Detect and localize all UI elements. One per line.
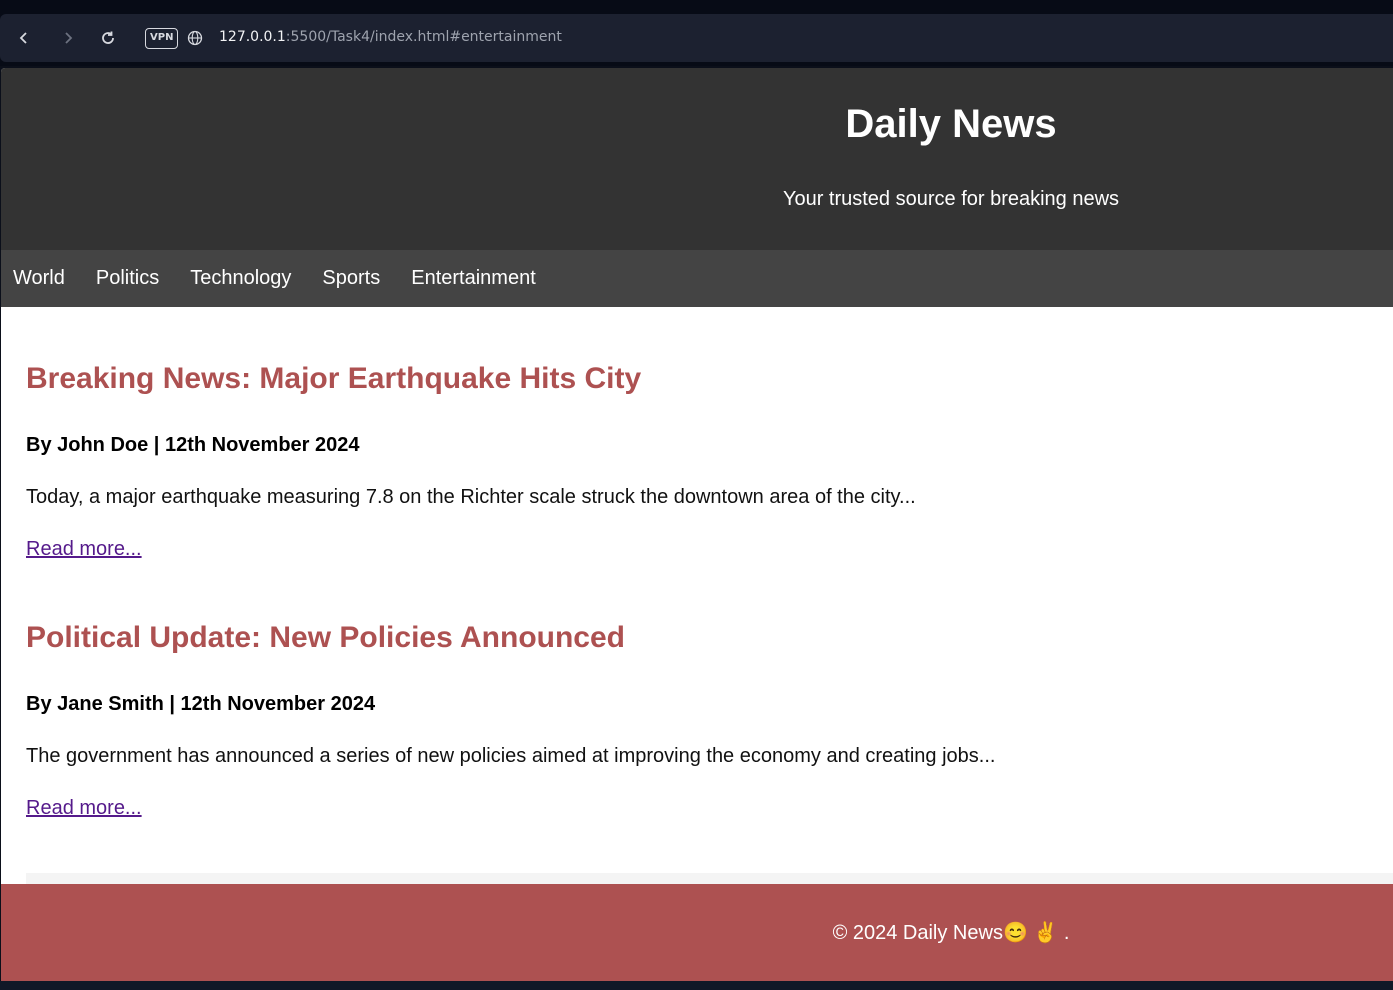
nav-link-world[interactable]: World: [13, 267, 65, 290]
article-summary: Today, a major earthquake measuring 7.8 …: [26, 486, 916, 508]
site-title: Daily News: [845, 102, 1057, 146]
chevron-left-icon: [19, 32, 27, 44]
article-headline: Breaking News: Major Earthquake Hits Cit…: [26, 362, 642, 395]
vpn-badge[interactable]: VPN: [145, 28, 179, 49]
article-headline: Political Update: New Policies Announced: [26, 621, 625, 654]
main-nav: World Politics Technology Sports Enterta…: [1, 250, 1393, 307]
footer-copyright: © 2024 Daily News😊 ✌️ .: [832, 922, 1070, 944]
nav-link-entertainment[interactable]: Entertainment: [411, 267, 536, 290]
nav-link-sports[interactable]: Sports: [322, 267, 380, 290]
content-divider: [26, 873, 1393, 884]
article-byline: By John Doe | 12th November 2024: [26, 434, 360, 456]
nav-link-politics[interactable]: Politics: [96, 267, 159, 290]
url-host: 127.0.0.1: [219, 29, 286, 45]
reload-icon: [102, 31, 114, 44]
taskbar-edge: [0, 981, 1393, 990]
chevron-right-icon: [65, 32, 73, 44]
read-more-link[interactable]: Read more...: [26, 797, 142, 820]
site-footer: © 2024 Daily News😊 ✌️ .: [1, 884, 1393, 981]
nav-link-technology[interactable]: Technology: [190, 267, 291, 290]
url-path: :5500/Task4/index.html#entertainment: [285, 29, 562, 45]
article-summary: The government has announced a series of…: [26, 745, 996, 767]
url-field[interactable]: 127.0.0.1:5500/Task4/index.html#entertai…: [219, 29, 562, 45]
globe-icon: [187, 30, 203, 46]
site-tagline: Your trusted source for breaking news: [782, 188, 1120, 210]
site-header: Daily News Your trusted source for break…: [1, 68, 1393, 250]
reload-button[interactable]: [84, 14, 132, 62]
back-button[interactable]: [0, 14, 48, 62]
read-more-link[interactable]: Read more...: [26, 538, 142, 561]
address-bar[interactable]: [0, 14, 1393, 62]
article-byline: By Jane Smith | 12th November 2024: [26, 693, 376, 715]
page-viewport: Daily News Your trusted source for break…: [1, 68, 1393, 981]
